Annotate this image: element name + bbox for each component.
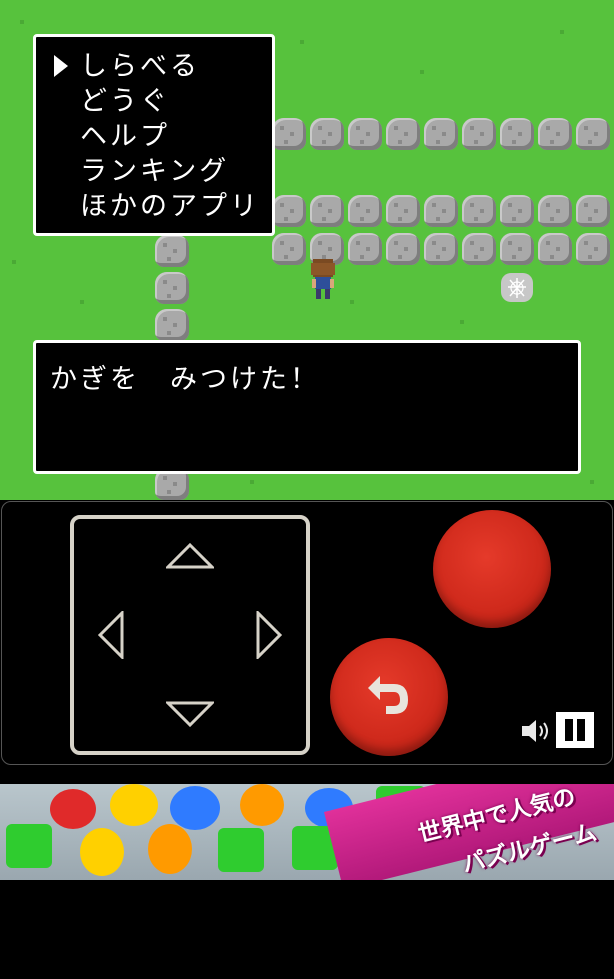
web-stone-icon[interactable] [500,271,534,303]
arrow-up-icon[interactable] [166,543,214,569]
arrow-left-icon[interactable] [98,611,124,659]
speaker-icon[interactable] [520,718,552,744]
menu-item-search[interactable]: しらべる [80,51,200,83]
virtual-controller [0,500,614,766]
action-button-a[interactable] [433,510,551,628]
command-menu: しらべる どうぐ ヘルプ ランキング ほかのアプリ [33,34,275,236]
menu-item-other-apps[interactable]: ほかのアプリ [80,191,260,223]
game-map[interactable]: しらべる どうぐ ヘルプ ランキング ほかのアプリ かぎを みつけた！ [0,0,614,500]
arrow-down-icon[interactable] [166,701,214,727]
dpad[interactable] [70,515,310,755]
message-window[interactable]: かぎを みつけた！ [33,340,581,474]
menu-cursor-icon [54,55,68,77]
pause-button[interactable] [556,712,594,748]
undo-arrow-icon [368,676,408,714]
arrow-right-icon[interactable] [256,611,282,659]
message-text: かぎを みつけた！ [50,364,320,395]
hero-sprite [311,259,335,299]
menu-item-items[interactable]: どうぐ [80,86,170,118]
back-button[interactable] [330,638,448,756]
menu-item-help[interactable]: ヘルプ [80,121,170,153]
menu-item-ranking[interactable]: ランキング [80,156,229,188]
